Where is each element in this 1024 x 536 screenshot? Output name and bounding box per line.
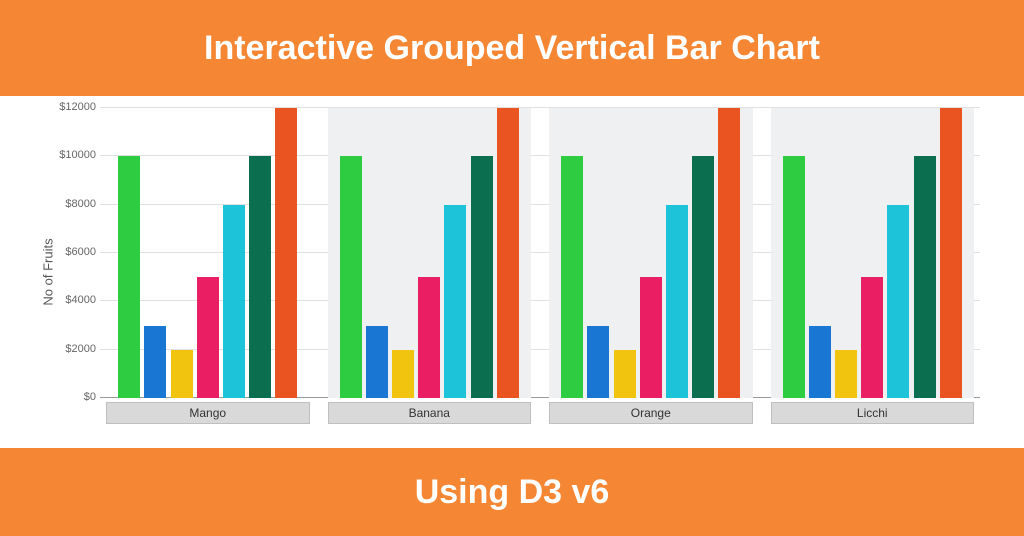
y-tick-label: $12000 [58, 101, 96, 113]
bar[interactable] [809, 326, 831, 399]
bar[interactable] [587, 326, 609, 399]
bar[interactable] [783, 156, 805, 398]
x-category-label[interactable]: Orange [549, 402, 753, 424]
bars-row [328, 108, 532, 398]
bar[interactable] [561, 156, 583, 398]
bar[interactable] [249, 156, 271, 398]
bar[interactable] [197, 277, 219, 398]
y-tick-label: $10000 [58, 149, 96, 161]
header-title: Interactive Grouped Vertical Bar Chart [204, 29, 820, 68]
x-category-label[interactable]: Mango [106, 402, 310, 424]
chart-container: No of Fruits $0$2000$4000$6000$8000$1000… [0, 96, 1024, 448]
bar[interactable] [275, 108, 297, 398]
header-banner: Interactive Grouped Vertical Bar Chart [0, 0, 1024, 96]
bar-group[interactable] [771, 108, 975, 398]
y-tick-label: $2000 [58, 343, 96, 355]
bar[interactable] [171, 350, 193, 398]
footer-banner: Using D3 v6 [0, 448, 1024, 536]
bar[interactable] [914, 156, 936, 398]
y-tick-label: $6000 [58, 246, 96, 258]
bar[interactable] [392, 350, 414, 398]
x-axis-labels: Mango Banana Orange Licchi [100, 402, 980, 424]
bar[interactable] [861, 277, 883, 398]
y-tick-label: $8000 [58, 198, 96, 210]
y-tick-label: $0 [58, 391, 96, 403]
bar-group[interactable] [106, 108, 310, 398]
x-category-label[interactable]: Banana [328, 402, 532, 424]
bars-row [549, 108, 753, 398]
bar[interactable] [340, 156, 362, 398]
bar[interactable] [497, 108, 519, 398]
bar[interactable] [640, 277, 662, 398]
bar-group[interactable] [328, 108, 532, 398]
bar[interactable] [471, 156, 493, 398]
bar-groups [100, 108, 980, 398]
bar[interactable] [418, 277, 440, 398]
y-axis-label: No of Fruits [41, 238, 56, 305]
bar[interactable] [366, 326, 388, 399]
bar-group[interactable] [549, 108, 753, 398]
bar[interactable] [835, 350, 857, 398]
bar[interactable] [614, 350, 636, 398]
y-tick-label: $4000 [58, 294, 96, 306]
footer-title: Using D3 v6 [415, 473, 610, 512]
bar[interactable] [666, 205, 688, 398]
bar[interactable] [692, 156, 714, 398]
bars-row [771, 108, 975, 398]
bars-row [106, 108, 310, 398]
bar[interactable] [223, 205, 245, 398]
x-category-label[interactable]: Licchi [771, 402, 975, 424]
bar[interactable] [144, 326, 166, 399]
plot-area: $0$2000$4000$6000$8000$10000$12000 [100, 108, 980, 398]
bar[interactable] [118, 156, 140, 398]
bar[interactable] [887, 205, 909, 398]
bar[interactable] [718, 108, 740, 398]
bar[interactable] [940, 108, 962, 398]
bar[interactable] [444, 205, 466, 398]
